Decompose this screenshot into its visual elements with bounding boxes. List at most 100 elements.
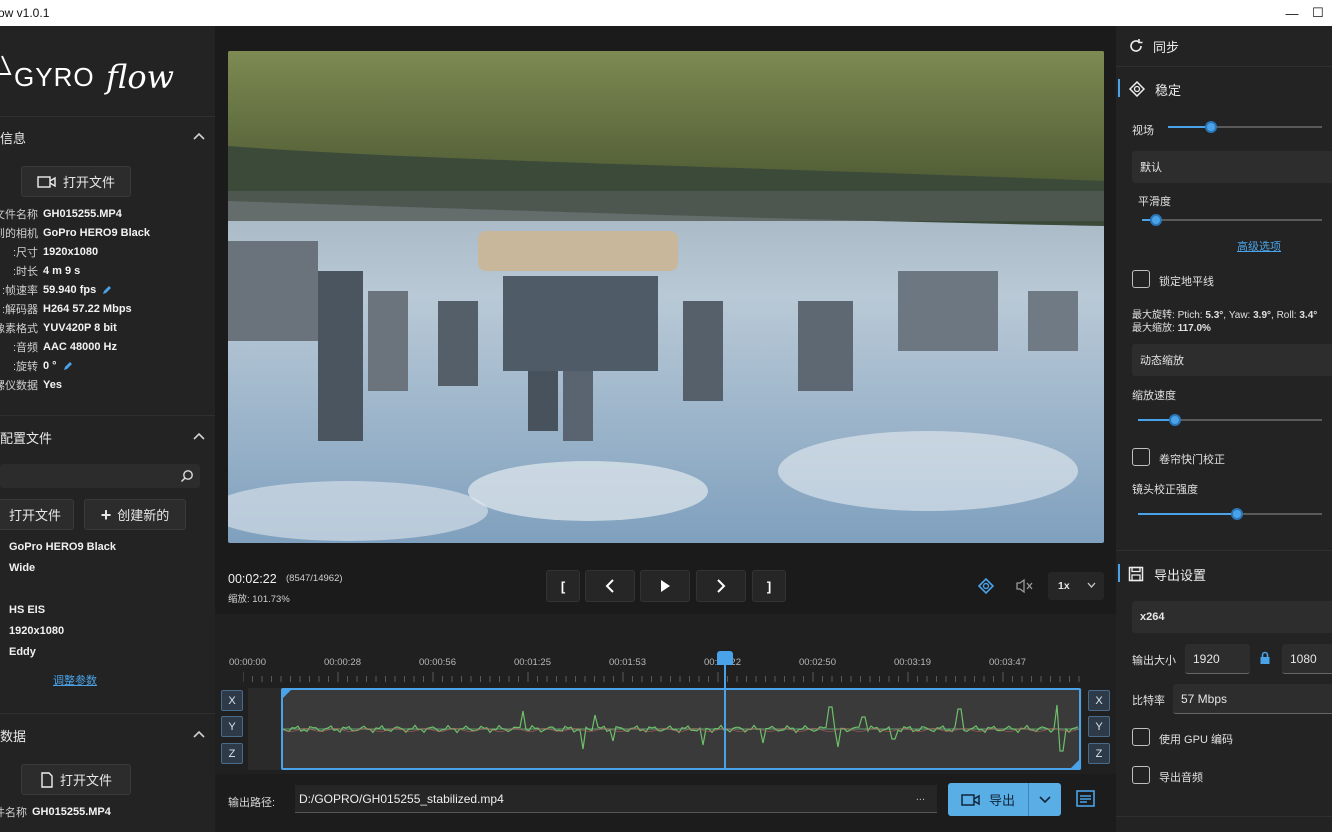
video-preview[interactable] [228, 51, 1104, 543]
lens-camera: GoPro HERO9 Black [9, 541, 116, 553]
axis-y-button[interactable]: Y [221, 716, 243, 737]
divider [0, 415, 215, 416]
motion-file-value: GH015255.MP4 [32, 805, 111, 818]
export-options-dropdown[interactable] [1029, 783, 1061, 816]
chevron-down-icon [1039, 795, 1051, 803]
edit-pencil-icon[interactable] [101, 284, 113, 296]
lock-horizon-checkbox[interactable] [1132, 270, 1150, 288]
axis-x-button[interactable]: X [221, 690, 243, 711]
set-out-point-button[interactable]: ] [752, 570, 786, 602]
lock-icon[interactable] [1259, 651, 1271, 665]
section-video-info-header[interactable]: 信息 [0, 117, 215, 157]
codec-select[interactable]: x264 [1132, 601, 1332, 633]
video-info-label: 时长: [12, 265, 38, 278]
section-stabilization-header[interactable]: 稳定 [1116, 69, 1332, 109]
playhead-line[interactable] [724, 651, 726, 769]
slider-knob[interactable] [1150, 214, 1163, 226]
bitrate-input[interactable]: 57 Mbps [1173, 684, 1332, 714]
play-button[interactable] [640, 570, 690, 602]
video-info-row: 有陀螺仪数据: Yes [0, 375, 62, 394]
open-video-button[interactable]: 打开文件 [21, 166, 131, 197]
section-sync-header[interactable]: 同步 [1116, 26, 1332, 66]
chevron-down-icon [1087, 582, 1096, 588]
adjust-params-link[interactable]: 调整参数 [53, 672, 97, 688]
lens-author: Eddy [9, 646, 36, 658]
smoothness-slider[interactable] [1142, 212, 1322, 228]
lock-horizon-label: 锁定地平线 [1159, 276, 1214, 288]
output-path-input[interactable]: D:/GOPRO/GH015255_stabilized.mp4 ... [295, 785, 937, 813]
mute-icon[interactable] [1015, 578, 1035, 594]
export-button[interactable]: 导出 [948, 783, 1028, 816]
playback-speed-value: 1x [1058, 580, 1070, 592]
video-info-label: 音频: [12, 341, 38, 354]
output-height-input[interactable]: 1080 [1282, 644, 1332, 674]
axis-x-button-right[interactable]: X [1088, 690, 1110, 711]
dynamic-zoom-select[interactable]: 动态缩放 [1132, 344, 1332, 376]
render-queue-icon[interactable] [1075, 789, 1097, 809]
open-lens-file-button[interactable]: 打开文件 [0, 499, 74, 530]
previous-frame-button[interactable] [585, 570, 635, 602]
video-info-value: Yes [43, 378, 62, 391]
chevron-up-icon[interactable] [191, 428, 207, 444]
chevron-left-icon [605, 579, 614, 593]
output-path-label: 输出路径: [228, 797, 276, 809]
axis-z-button[interactable]: Z [221, 743, 243, 764]
video-info-value: 59.940 fps [43, 283, 97, 296]
create-new-label: 创建新的 [117, 508, 170, 523]
export-audio-checkbox[interactable] [1132, 766, 1150, 784]
zoom-readout: 缩放: 101.73% [228, 594, 290, 605]
set-in-point-button[interactable]: [ [546, 570, 580, 602]
left-panel: GYRO flow 信息 打开文件 文件名称: GH015255.MP4 检测到的相… [0, 26, 215, 832]
slider-knob[interactable] [1205, 121, 1218, 133]
rolling-shutter-checkbox[interactable] [1132, 448, 1150, 466]
minimize-button[interactable]: — [1272, 0, 1312, 26]
next-frame-button[interactable] [696, 570, 746, 602]
logo-script: flow [104, 58, 174, 96]
playback-speed-select[interactable]: 1x [1048, 572, 1104, 600]
timeline-tick-label: 00:01:25 [514, 657, 551, 668]
axis-y-button-right[interactable]: Y [1088, 716, 1110, 737]
playhead-handle[interactable] [717, 651, 733, 665]
lens-search-input[interactable] [0, 464, 200, 488]
smoothing-method-select[interactable]: 默认 [1132, 151, 1332, 183]
section-export-settings-header[interactable]: 导出设置 [1116, 554, 1332, 594]
browse-button[interactable]: ... [916, 791, 925, 803]
video-info-value: 1920x1080 [43, 245, 99, 258]
lens-correction-slider[interactable] [1138, 506, 1322, 522]
advanced-options-link[interactable]: 高级选项 [1237, 238, 1281, 254]
slider-knob[interactable] [1168, 414, 1181, 426]
output-width-input[interactable]: 1920 [1185, 644, 1250, 674]
chevron-up-icon[interactable] [191, 726, 207, 742]
timeline[interactable]: 00:00:00 00:00:28 00:00:56 00:01:25 00:01:53… [215, 614, 1116, 783]
timeline-ruler [243, 672, 1080, 682]
maximize-button[interactable]: ☐ [1312, 0, 1332, 26]
roll-label: Roll: [1276, 310, 1297, 321]
export-button-group: 导出 [948, 783, 1061, 816]
chevron-up-icon[interactable] [191, 128, 207, 144]
motion-file-row: 文件名称: GH015255.MP4 [0, 802, 111, 821]
codec-value: x264 [1140, 611, 1165, 623]
video-info-row: 帧速率: 59.940 fps [0, 280, 113, 299]
trim-range[interactable] [281, 688, 1081, 770]
max-zoom-label: 最大缩放: [1132, 323, 1178, 334]
plus-icon: + [100, 504, 112, 525]
video-info-row: 音频: AAC 48000 Hz [0, 337, 117, 356]
edit-pencil-icon[interactable] [62, 360, 74, 372]
fov-slider[interactable] [1168, 119, 1322, 135]
use-gpu-label: 使用 GPU 编码 [1159, 734, 1233, 746]
axis-z-button-right[interactable]: Z [1088, 743, 1110, 764]
zoom-speed-slider[interactable] [1138, 412, 1322, 428]
slider-knob[interactable] [1231, 508, 1244, 520]
video-info-row: 尺寸: 1920x1080 [0, 242, 98, 261]
export-audio-label: 导出音频 [1159, 772, 1203, 784]
video-info-label: 文件名称: [0, 208, 38, 221]
create-new-profile-button[interactable]: + 创建新的 [84, 499, 186, 530]
section-lens-profile-header[interactable]: 配置文件 [0, 417, 215, 457]
stabilization-toggle-icon[interactable] [976, 577, 996, 595]
open-motion-file-button[interactable]: 打开文件 [21, 764, 131, 795]
video-info-label: 尺寸: [12, 246, 38, 259]
use-gpu-checkbox[interactable] [1132, 728, 1150, 746]
play-icon [661, 580, 670, 592]
section-motion-data-header[interactable]: 数据 [0, 715, 215, 755]
video-info-row: 像素格式: YUV420P 8 bit [0, 318, 117, 337]
